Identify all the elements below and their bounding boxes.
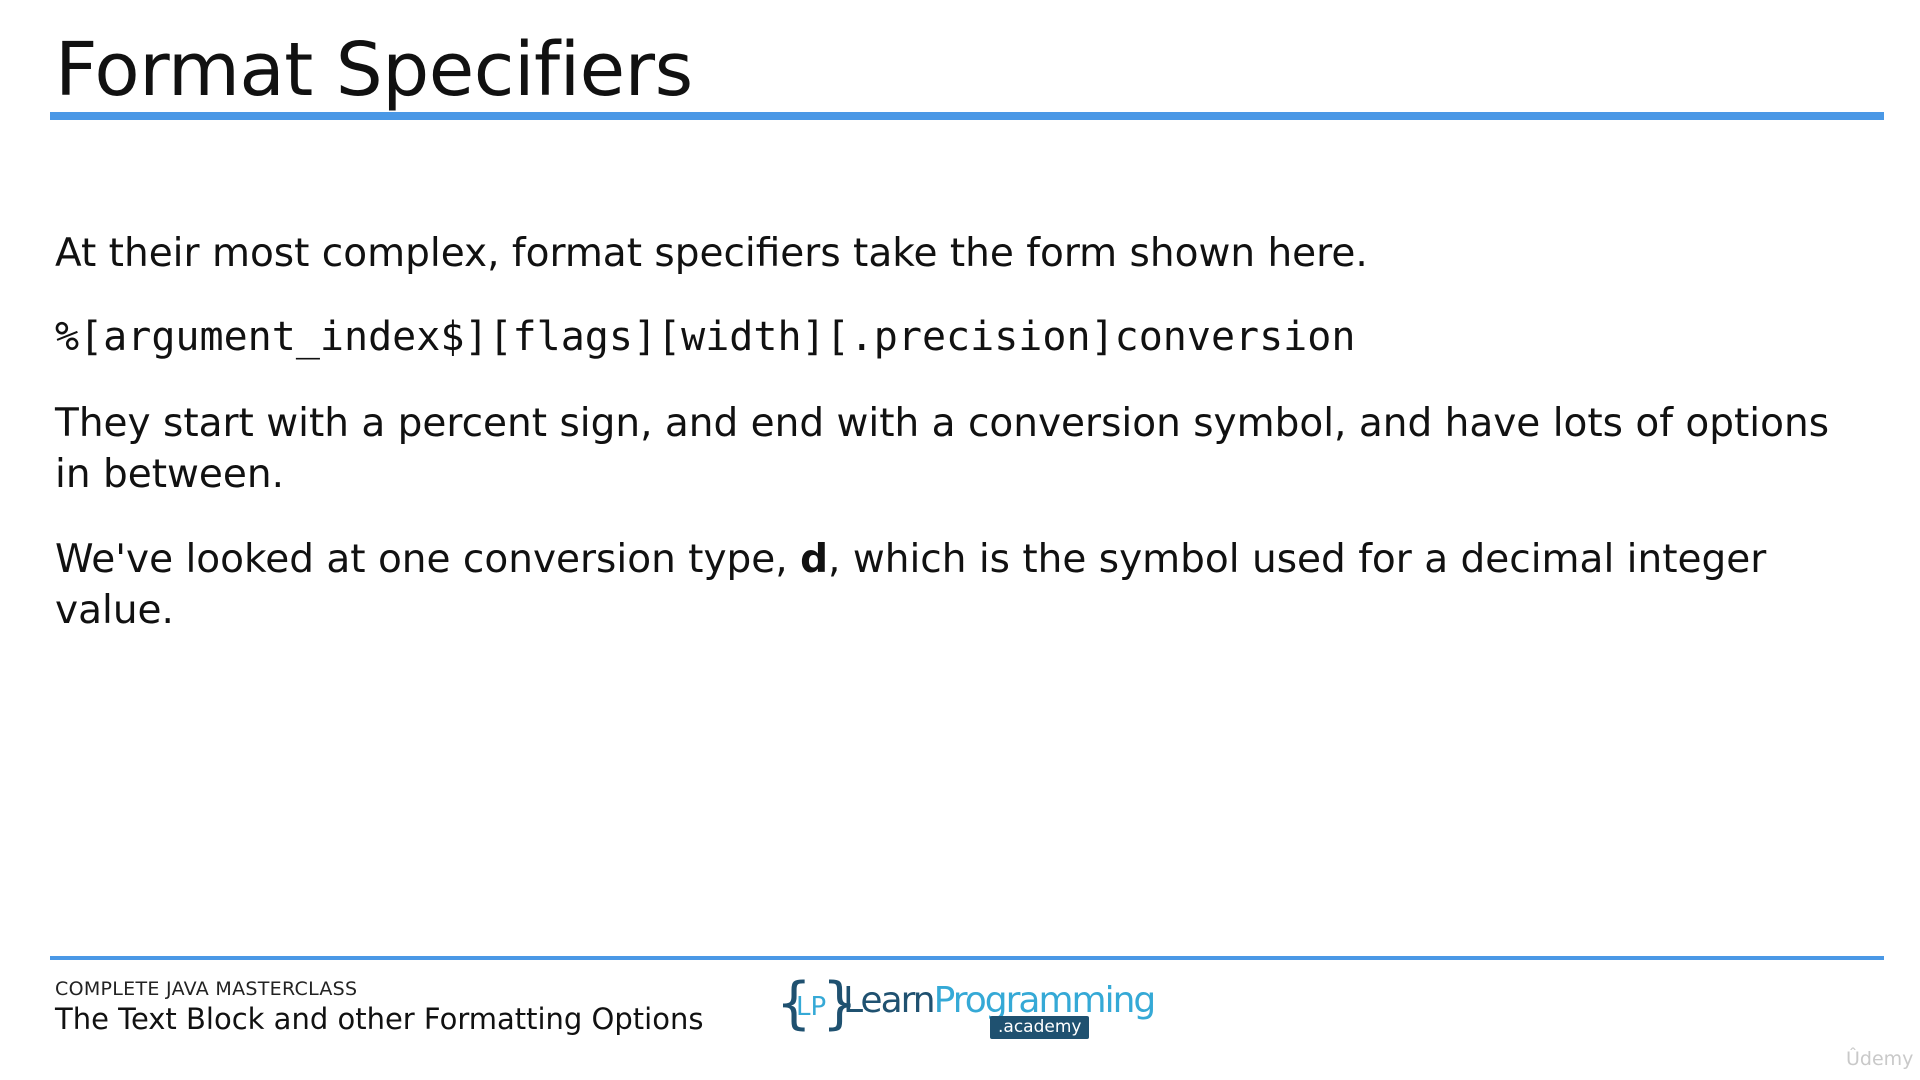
- course-name: COMPLETE JAVA MASTERCLASS: [55, 978, 358, 1000]
- logo-academy-badge: .academy: [990, 1016, 1090, 1039]
- udemy-watermark: Ûdemy: [1846, 1048, 1914, 1070]
- intro-paragraph: At their most complex, format specifiers…: [55, 231, 1368, 276]
- learnprogramming-logo: { LP } LearnProgramming .academy: [776, 976, 1156, 1042]
- footer-divider: [50, 956, 1884, 960]
- description-paragraph: They start with a percent sign, and end …: [55, 401, 1830, 497]
- conversion-paragraph: We've looked at one conversion type, d, …: [55, 534, 1855, 636]
- conversion-symbol: d: [800, 537, 829, 582]
- slide-title: Format Specifiers: [55, 27, 693, 113]
- lecture-name: The Text Block and other Formatting Opti…: [55, 1002, 704, 1036]
- conversion-text-before: We've looked at one conversion type,: [55, 537, 801, 582]
- logo-word-programming: Programming: [933, 980, 1157, 1021]
- format-specifier-syntax: %[argument_index$][flags][width][.precis…: [55, 314, 1356, 360]
- title-divider: [50, 112, 1884, 120]
- logo-wordmark: LearnProgramming: [843, 980, 1157, 1021]
- logo-word-learn: Learn: [843, 980, 936, 1021]
